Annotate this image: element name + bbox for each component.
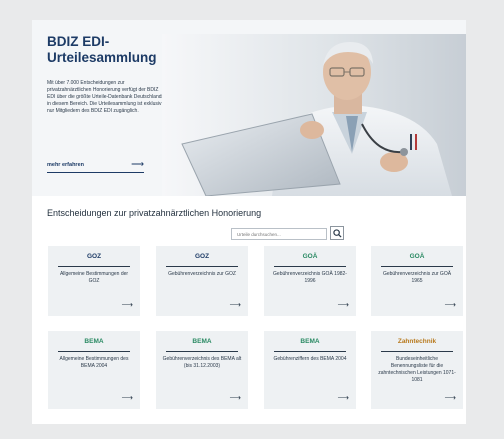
card-description: Allgemeine Bestimmungen des BEMA 2004 <box>59 356 129 369</box>
card-category: GOÄ <box>409 253 425 260</box>
card-description: Gebührenverzeichnis des BEMA alt (bis 31… <box>162 356 242 369</box>
hero-text-block: BDIZ EDI-Urteilesammlung Mit über 7.000 … <box>47 34 165 115</box>
card-goae-1982-1996[interactable]: GOÄ Gebührenverzeichnis GOÄ 1982-1996 ⟶ <box>264 246 356 316</box>
card-description: Allgemeine Bestimmungen der GOZ <box>59 271 129 284</box>
card-bema-allgemeine-bestimmungen[interactable]: BEMA Allgemeine Bestimmungen des BEMA 20… <box>48 331 140 409</box>
arrow-right-icon: ⟶ <box>444 393 456 402</box>
card-divider <box>381 351 453 352</box>
arrow-right-icon: ⟶ <box>131 159 144 169</box>
search-icon <box>332 228 342 238</box>
arrow-right-icon: ⟶ <box>337 300 349 309</box>
card-divider <box>274 351 346 352</box>
search-input[interactable] <box>231 228 327 240</box>
arrow-right-icon: ⟶ <box>121 393 133 402</box>
card-category: BEMA <box>84 338 104 345</box>
card-description: Gebührenziffern des BEMA 2004 <box>273 356 347 362</box>
hero-title: BDIZ EDI-Urteilesammlung <box>47 34 157 65</box>
card-zahntechnik[interactable]: Zahntechnik Bundeseinheitliche Benennung… <box>371 331 463 409</box>
card-description: Gebührenverzeichnis zur GOZ <box>168 271 236 277</box>
card-goae-1965[interactable]: GOÄ Gebührenverzeichnis zur GOÄ 1965 ⟶ <box>371 246 463 316</box>
more-info-label: mehr erfahren <box>47 162 84 168</box>
card-divider <box>58 266 130 267</box>
card-category: GOZ <box>194 253 210 260</box>
card-divider <box>274 266 346 267</box>
card-category: GOÄ <box>302 253 318 260</box>
arrow-right-icon: ⟶ <box>229 300 241 309</box>
card-divider <box>166 266 238 267</box>
hero-banner: BDIZ EDI-Urteilesammlung Mit über 7.000 … <box>32 20 466 196</box>
arrow-right-icon: ⟶ <box>337 393 349 402</box>
card-category: GOZ <box>86 253 102 260</box>
card-description: Bundeseinheitliche Benennungsliste für d… <box>378 356 456 383</box>
page: BDIZ EDI-Urteilesammlung Mit über 7.000 … <box>32 20 466 424</box>
hero-description: Mit über 7.000 Entscheidungen zur privat… <box>47 80 165 114</box>
card-description: Gebührenverzeichnis zur GOÄ 1965 <box>382 271 452 284</box>
card-category: BEMA <box>192 338 212 345</box>
card-goz-gebuehrenverzeichnis[interactable]: GOZ Gebührenverzeichnis zur GOZ ⟶ <box>156 246 248 316</box>
more-info-link[interactable]: mehr erfahren ⟶ <box>47 159 144 173</box>
arrow-right-icon: ⟶ <box>121 300 133 309</box>
card-bema-alt[interactable]: BEMA Gebührenverzeichnis des BEMA alt (b… <box>156 331 248 409</box>
arrow-right-icon: ⟶ <box>229 393 241 402</box>
hero-photo-doctor <box>162 34 466 196</box>
card-description: Gebührenverzeichnis GOÄ 1982-1996 <box>273 271 347 284</box>
card-divider <box>166 351 238 352</box>
card-bema-gebuehrenziffern[interactable]: BEMA Gebührenziffern des BEMA 2004 ⟶ <box>264 331 356 409</box>
arrow-right-icon: ⟶ <box>444 300 456 309</box>
card-category: Zahntechnik <box>397 338 437 345</box>
card-goz-allgemeine-bestimmungen[interactable]: GOZ Allgemeine Bestimmungen der GOZ ⟶ <box>48 246 140 316</box>
search-button[interactable] <box>330 226 344 240</box>
card-divider <box>58 351 130 352</box>
section-title: Entscheidungen zur privatzahnärztlichen … <box>47 208 262 218</box>
doctor-illustration <box>162 34 466 196</box>
card-category: BEMA <box>300 338 320 345</box>
card-divider <box>381 266 453 267</box>
